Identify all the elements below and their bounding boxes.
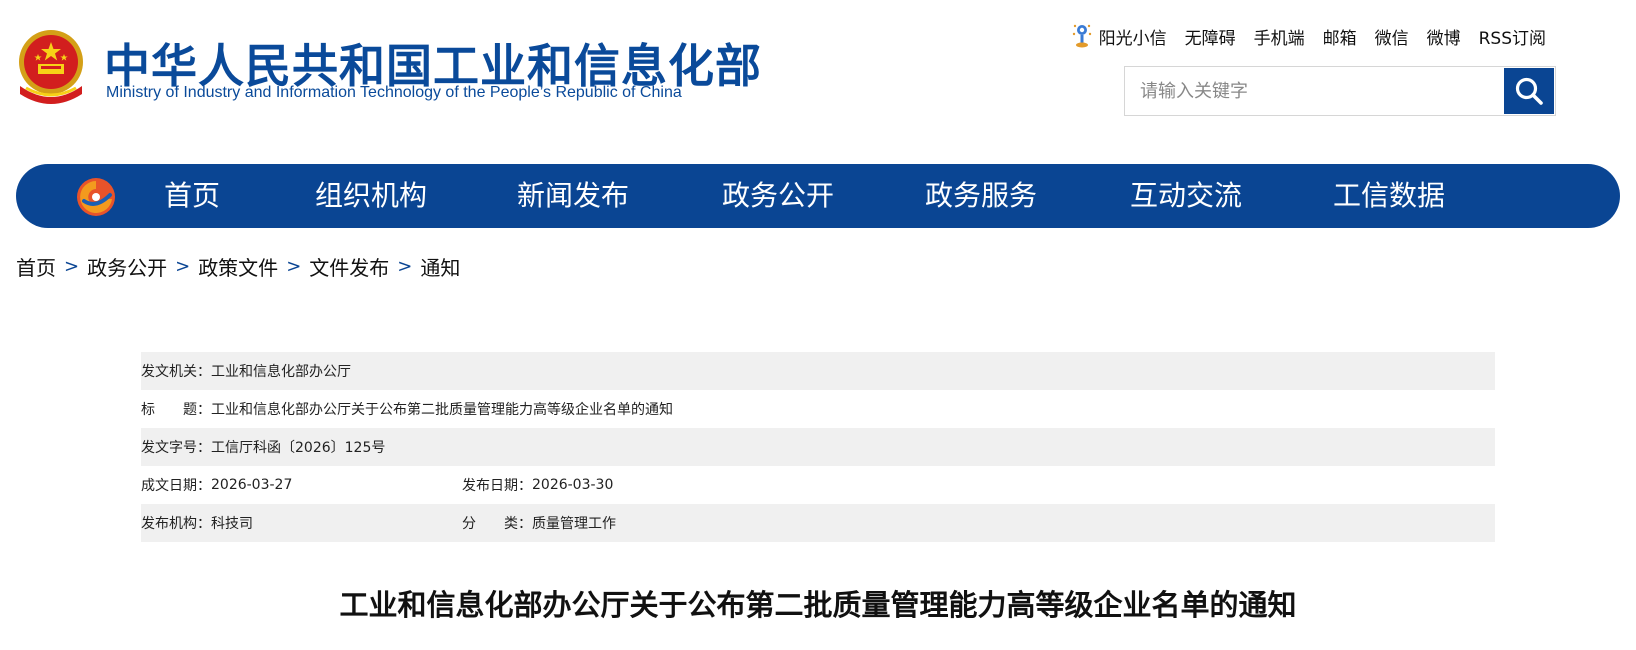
toplink-rss[interactable]: RSS订阅 (1479, 24, 1546, 49)
department-label: 发布机构： (141, 516, 211, 532)
info-row-issuer: 发文机关： 工业和信息化部办公厅 (141, 352, 1495, 390)
document-info-table: 发文机关： 工业和信息化部办公厅 标 题： 工业和信息化部办公厅关于公布第二批质… (141, 352, 1495, 542)
search-input[interactable] (1126, 68, 1502, 114)
written-date-label: 成文日期： (141, 478, 211, 494)
category-value: 质量管理工作 (532, 516, 616, 532)
breadcrumb-separator: > (175, 256, 191, 277)
issuer-value: 工业和信息化部办公厅 (211, 364, 351, 380)
doc-number-label: 发文字号： (141, 440, 211, 456)
nav-news[interactable]: 新闻发布 (517, 164, 629, 228)
breadcrumb-government-affairs[interactable]: 政务公开 (87, 252, 167, 281)
info-row-department: 发布机构： 科技司 分 类： 质量管理工作 (141, 504, 1495, 542)
nav-data[interactable]: 工信数据 (1333, 164, 1445, 228)
nav-government-affairs[interactable]: 政务公开 (722, 164, 834, 228)
breadcrumb-separator: > (286, 256, 302, 277)
breadcrumb-policy-documents[interactable]: 政策文件 (198, 252, 278, 281)
toplink-weibo[interactable]: 微博 (1427, 24, 1461, 49)
main-nav: 首页 组织机构 新闻发布 政务公开 政务服务 互动交流 工信数据 (16, 164, 1620, 228)
search-box (1124, 66, 1556, 116)
nav-interaction[interactable]: 互动交流 (1130, 164, 1242, 228)
title-value: 工业和信息化部办公厅关于公布第二批质量管理能力高等级企业名单的通知 (211, 402, 673, 418)
breadcrumb-separator: > (64, 256, 80, 277)
department-value: 科技司 (211, 516, 253, 532)
site-header: 中华人民共和国工业和信息化部 Ministry of Industry and … (0, 0, 1636, 150)
issuer-label: 发文机关： (141, 364, 211, 380)
toplink-accessibility[interactable]: 无障碍 (1185, 24, 1236, 49)
toplink-mail[interactable]: 邮箱 (1323, 24, 1357, 49)
breadcrumb-home[interactable]: 首页 (16, 252, 56, 281)
breadcrumb-separator: > (397, 256, 413, 277)
category-label: 分 类： (462, 516, 532, 532)
miit-logo-icon[interactable] (74, 175, 118, 219)
doc-number-value: 工信厅科函〔2026〕125号 (211, 440, 386, 456)
info-row-title: 标 题： 工业和信息化部办公厅关于公布第二批质量管理能力高等级企业名单的通知 (141, 390, 1495, 428)
nav-organization[interactable]: 组织机构 (315, 164, 427, 228)
toplink-wechat[interactable]: 微信 (1375, 24, 1409, 49)
title-label: 标 题： (141, 402, 211, 418)
breadcrumb: 首页 > 政务公开 > 政策文件 > 文件发布 > 通知 (16, 252, 460, 281)
info-row-dates: 成文日期： 2026-03-27 发布日期： 2026-03-30 (141, 466, 1495, 504)
search-icon (1515, 77, 1543, 105)
national-emblem-icon[interactable] (14, 28, 88, 108)
breadcrumb-document-release[interactable]: 文件发布 (309, 252, 389, 281)
publish-date-value: 2026-03-30 (532, 477, 614, 493)
toplink-sunshine[interactable]: 阳光小信 (1099, 24, 1167, 49)
search-button[interactable] (1504, 68, 1554, 114)
sunshine-mascot-icon[interactable] (1071, 23, 1093, 49)
breadcrumb-notice[interactable]: 通知 (420, 252, 460, 281)
publish-date-label: 发布日期： (462, 478, 532, 494)
toplink-mobile[interactable]: 手机端 (1254, 24, 1305, 49)
top-links: 阳光小信 无障碍 手机端 邮箱 微信 微博 RSS订阅 (1071, 23, 1546, 49)
article-title: 工业和信息化部办公厅关于公布第二批质量管理能力高等级企业名单的通知 (339, 588, 1297, 622)
info-row-doc-number: 发文字号： 工信厅科函〔2026〕125号 (141, 428, 1495, 466)
written-date-value: 2026-03-27 (211, 477, 293, 493)
nav-services[interactable]: 政务服务 (925, 164, 1037, 228)
nav-home[interactable]: 首页 (164, 164, 220, 228)
site-title-en[interactable]: Ministry of Industry and Information Tec… (106, 84, 682, 102)
